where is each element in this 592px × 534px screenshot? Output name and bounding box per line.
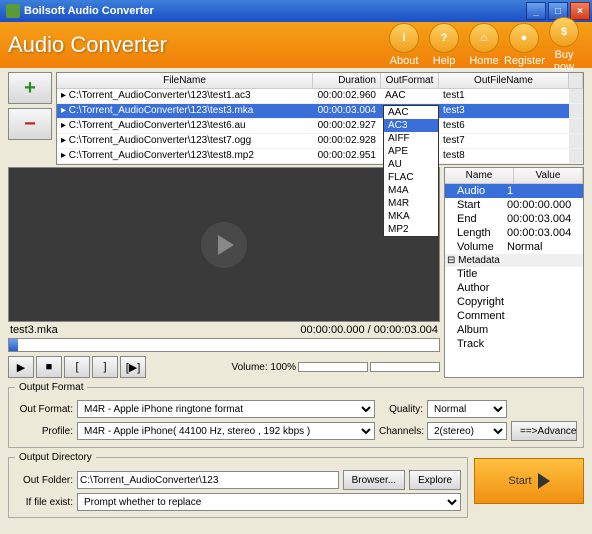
format-option[interactable]: AAC xyxy=(384,106,438,119)
table-row[interactable]: ▸ C:\Torrent_AudioConverter\123\test3.mk… xyxy=(57,104,583,119)
col-outformat[interactable]: OutFormat xyxy=(381,73,439,88)
about-button[interactable]: iAbout xyxy=(384,23,424,67)
table-row[interactable]: ▸ C:\Torrent_AudioConverter\123\test8.mp… xyxy=(57,149,583,164)
format-option[interactable]: MP2 xyxy=(384,223,438,236)
help-button[interactable]: ?Help xyxy=(424,23,464,67)
buy-button[interactable]: $Buy now xyxy=(544,17,584,73)
format-option[interactable]: M4A xyxy=(384,184,438,197)
output-directory-group: Output Directory Out Folder: Browser... … xyxy=(8,452,468,518)
minimize-button[interactable]: _ xyxy=(526,2,546,20)
quality-select[interactable]: Normal xyxy=(427,400,507,418)
play-button[interactable]: ▶ xyxy=(8,356,34,378)
help-icon: ? xyxy=(429,23,459,53)
volume-bar-right[interactable] xyxy=(370,362,440,372)
profile-select[interactable]: M4R - Apple iPhone( 44100 Hz, stereo , 1… xyxy=(77,422,375,440)
table-row[interactable]: ▸ C:\Torrent_AudioConverter\123\test1.ac… xyxy=(57,89,583,104)
output-format-group: Output Format Out Format: M4R - Apple iP… xyxy=(8,382,584,448)
key-icon: ● xyxy=(509,23,539,53)
mark-out-button[interactable]: ] xyxy=(92,356,118,378)
volume-bar-left[interactable] xyxy=(298,362,368,372)
table-row[interactable]: ▸ C:\Torrent_AudioConverter\123\test6.au… xyxy=(57,119,583,134)
property-row[interactable]: Title xyxy=(445,267,583,281)
app-title: Audio Converter xyxy=(8,32,384,58)
title-bar: Boilsoft Audio Converter _ □ × xyxy=(0,0,592,22)
stop-button[interactable]: ■ xyxy=(36,356,62,378)
home-button[interactable]: ⌂Home xyxy=(464,23,504,67)
advance-button[interactable]: ==>Advance xyxy=(511,421,577,441)
property-row[interactable]: Audio1 xyxy=(445,184,583,198)
window-title: Boilsoft Audio Converter xyxy=(24,5,524,17)
col-filename[interactable]: FileName xyxy=(57,73,313,88)
channels-select[interactable]: 2(stereo) xyxy=(427,422,507,440)
property-row[interactable]: Length00:00:03.004 xyxy=(445,226,583,240)
format-option[interactable]: MKA xyxy=(384,210,438,223)
property-group[interactable]: ⊟ Metadata xyxy=(445,254,583,267)
mark-in-button[interactable]: [ xyxy=(64,356,90,378)
header: Audio Converter iAbout ?Help ⌂Home ●Regi… xyxy=(0,22,592,68)
property-row[interactable]: Start00:00:00.000 xyxy=(445,198,583,212)
remove-file-button[interactable]: − xyxy=(8,108,52,140)
col-outfilename[interactable]: OutFileName xyxy=(439,73,569,88)
explore-button[interactable]: Explore xyxy=(409,470,461,490)
format-option[interactable]: AC3 xyxy=(384,119,438,132)
property-row[interactable]: Comment xyxy=(445,309,583,323)
current-file-label: test3.mka xyxy=(10,324,58,336)
properties-panel: Name Value Audio1Start00:00:00.000End00:… xyxy=(444,167,584,378)
format-dropdown[interactable]: AACAC3AIFFAPEAUFLACM4AM4RMKAMP2 xyxy=(383,105,439,237)
col-duration[interactable]: Duration xyxy=(313,73,381,88)
app-icon xyxy=(6,4,20,18)
video-preview[interactable] xyxy=(8,167,440,322)
format-option[interactable]: AU xyxy=(384,158,438,171)
play-overlay-icon xyxy=(201,222,247,268)
browse-button[interactable]: Browser... xyxy=(343,470,405,490)
format-option[interactable]: FLAC xyxy=(384,171,438,184)
scrollbar[interactable] xyxy=(569,73,583,88)
property-row[interactable]: Author xyxy=(445,281,583,295)
home-icon: ⌂ xyxy=(469,23,499,53)
property-row[interactable]: End00:00:03.004 xyxy=(445,212,583,226)
format-option[interactable]: M4R xyxy=(384,197,438,210)
info-icon: i xyxy=(389,23,419,53)
out-folder-input[interactable] xyxy=(77,471,339,489)
play-icon xyxy=(538,473,550,489)
start-button[interactable]: Start xyxy=(474,458,584,504)
col-name[interactable]: Name xyxy=(445,168,514,183)
file-table[interactable]: FileName Duration OutFormat OutFileName … xyxy=(56,72,584,165)
volume-label: Volume: 100% xyxy=(232,362,297,373)
table-row[interactable]: ▸ C:\Torrent_AudioConverter\123\test7.og… xyxy=(57,134,583,149)
property-row[interactable]: Album xyxy=(445,323,583,337)
seek-slider[interactable] xyxy=(8,338,440,352)
property-row[interactable]: Track xyxy=(445,337,583,351)
format-option[interactable]: APE xyxy=(384,145,438,158)
out-format-select[interactable]: M4R - Apple iPhone ringtone format xyxy=(77,400,375,418)
range-button[interactable]: [▶] xyxy=(120,356,146,378)
property-row[interactable]: VolumeNormal xyxy=(445,240,583,254)
time-label: 00:00:00.000 / 00:00:03.004 xyxy=(300,324,438,336)
col-value[interactable]: Value xyxy=(514,168,583,183)
cart-icon: $ xyxy=(549,17,579,47)
add-file-button[interactable]: + xyxy=(8,72,52,104)
format-option[interactable]: AIFF xyxy=(384,132,438,145)
file-exist-select[interactable]: Prompt whether to replace xyxy=(77,493,461,511)
register-button[interactable]: ●Register xyxy=(504,23,544,67)
property-row[interactable]: Copyright xyxy=(445,295,583,309)
